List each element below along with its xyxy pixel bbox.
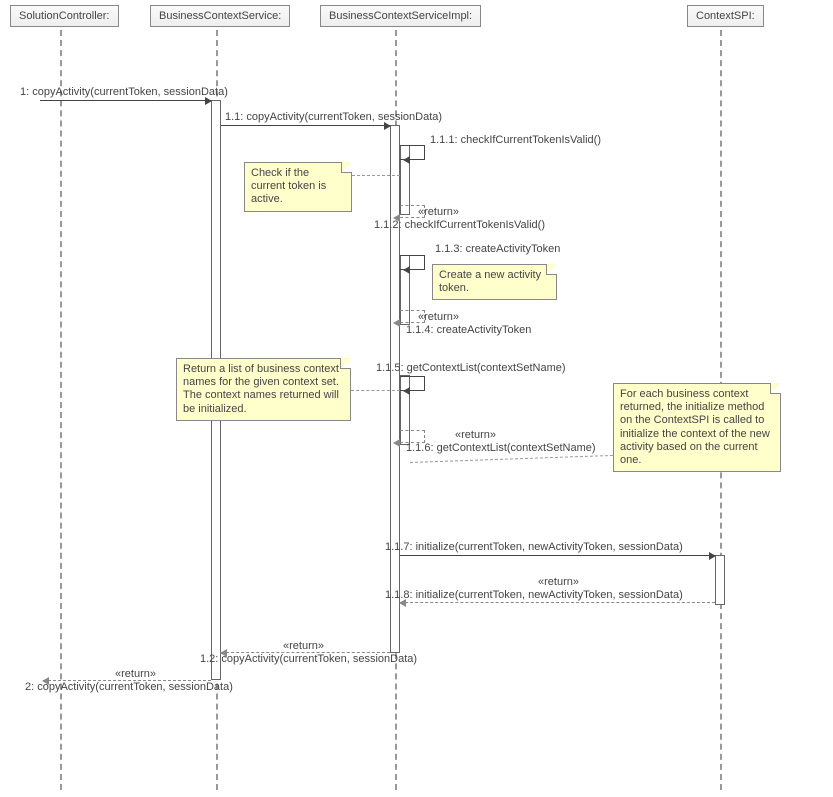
participant-business-context-service-impl: BusinessContextServiceImpl: xyxy=(320,5,481,27)
note-check-token: Check if the current token is active. xyxy=(244,162,352,212)
msg-1-1-7r-label: «return» xyxy=(538,576,579,588)
msg-1-1-label: 1.1: copyActivity(currentToken, sessionD… xyxy=(225,111,442,123)
msg-1-1-7-arrow xyxy=(400,555,715,556)
msg-1-2-return-arrow xyxy=(221,652,390,653)
msg-1-1-arrow xyxy=(221,125,390,126)
msg-1-1-5-label: 1.1.5: getContextList(contextSetName) xyxy=(376,362,566,374)
msg-1-1-5r-label: «return» xyxy=(455,429,496,441)
msg-1-1-7-label: 1.1.7: initialize(currentToken, newActiv… xyxy=(385,541,683,553)
arrow-head-icon xyxy=(403,266,410,274)
msg-1-1-4-return-arrow xyxy=(400,310,425,323)
note-3-connector xyxy=(351,390,400,391)
msg-1-1-8-return-arrow xyxy=(400,602,715,603)
note-1-connector xyxy=(352,175,400,176)
arrow-head-icon xyxy=(393,214,400,222)
note-for-each-context: For each business context returned, the … xyxy=(613,383,781,472)
activation-contextspi xyxy=(715,555,725,605)
note-4-connector xyxy=(410,455,613,463)
msg-1-1-6-return-arrow xyxy=(400,430,425,443)
msg-1-1-6-label: 1.1.6: getContextList(contextSetName) xyxy=(406,442,596,454)
participant-solution-controller: SolutionController: xyxy=(10,5,119,27)
msg-2-return-arrow xyxy=(43,680,211,681)
msg-1-1-2-return-arrow xyxy=(400,205,425,218)
participant-context-spi: ContextSPI: xyxy=(687,5,764,27)
msg-1-arrow xyxy=(40,100,211,101)
msg-2-label: 2: copyActivity(currentToken, sessionDat… xyxy=(25,681,233,693)
lifeline-solution-controller xyxy=(60,30,62,790)
arrow-head-icon xyxy=(393,319,400,327)
arrow-head-icon xyxy=(403,156,410,164)
note-return-list: Return a list of business context names … xyxy=(176,358,351,421)
msg-1-2-label: 1.2: copyActivity(currentToken, sessionD… xyxy=(200,653,417,665)
note-create-token: Create a new activity token. xyxy=(432,264,557,300)
msg-1-1-4-label: 1.1.4: createActivityToken xyxy=(406,324,531,336)
msg-1-1-1-label: 1.1.1: checkIfCurrentTokenIsValid() xyxy=(430,134,601,146)
msg-1-2r-label: «return» xyxy=(283,640,324,652)
msg-1-1-3-label: 1.1.3: createActivityToken xyxy=(435,243,560,255)
msg-1-label: 1: copyActivity(currentToken, sessionDat… xyxy=(20,86,228,98)
msg-2r-label: «return» xyxy=(115,668,156,680)
activation-bcsi xyxy=(390,125,400,653)
participant-business-context-service: BusinessContextService: xyxy=(150,5,290,27)
sequence-diagram: SolutionController: BusinessContextServi… xyxy=(0,0,833,797)
arrow-head-icon xyxy=(393,439,400,447)
msg-1-1-8-label: 1.1.8: initialize(currentToken, newActiv… xyxy=(385,589,683,601)
arrow-head-icon xyxy=(403,387,410,395)
